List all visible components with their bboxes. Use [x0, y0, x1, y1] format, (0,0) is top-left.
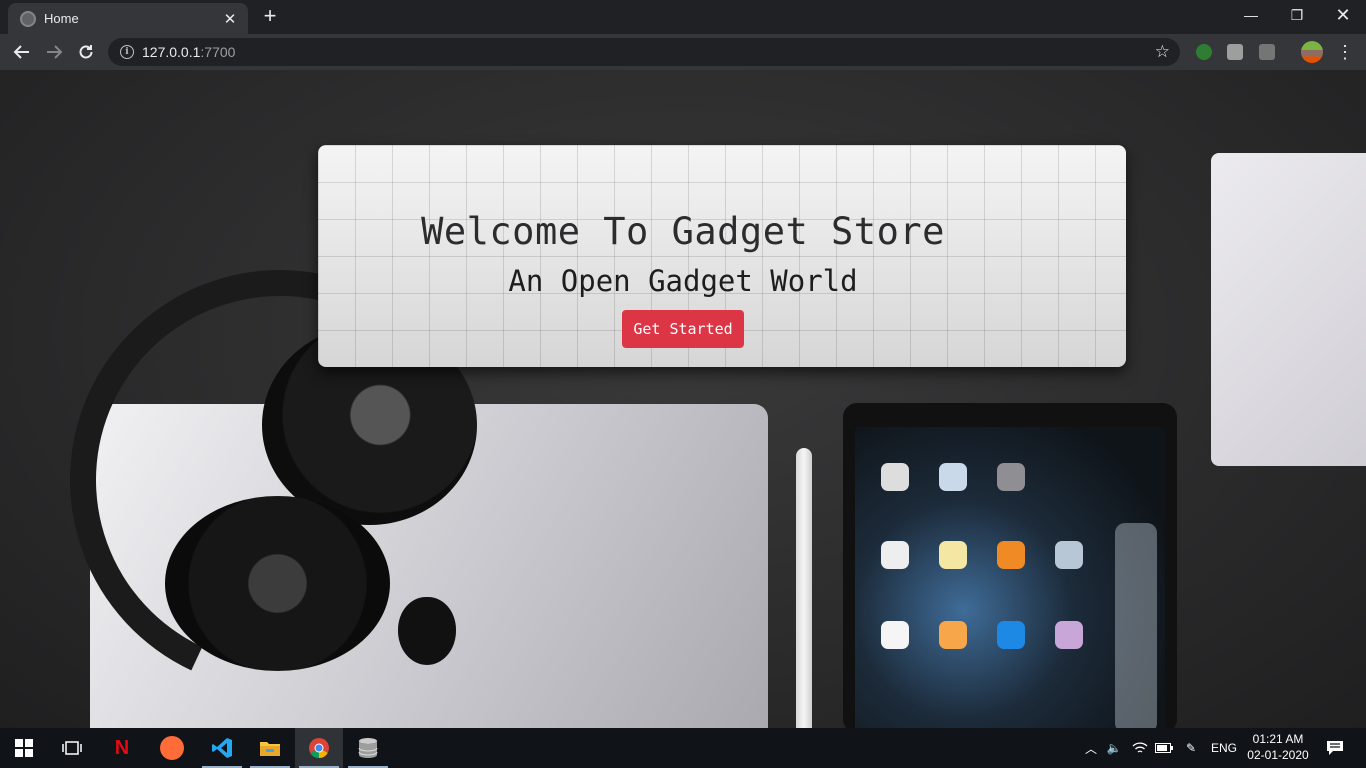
- page-viewport: Welcome To Gadget Store An Open Gadget W…: [0, 70, 1366, 728]
- task-view-icon: [62, 741, 82, 755]
- address-bar[interactable]: i 127.0.0.1:7700 ☆: [108, 38, 1180, 66]
- profile-avatar[interactable]: [1301, 41, 1323, 63]
- get-started-button[interactable]: Get Started: [622, 310, 744, 348]
- close-tab-icon[interactable]: ✕: [222, 10, 238, 28]
- extension-icon[interactable]: [1227, 44, 1243, 60]
- database-app[interactable]: [344, 728, 392, 768]
- browser-toolbar: i 127.0.0.1:7700 ☆ ⋮: [0, 34, 1366, 70]
- network-icon[interactable]: [1130, 728, 1150, 768]
- hero-section: Welcome To Gadget Store An Open Gadget W…: [0, 70, 1366, 728]
- vscode-icon: [212, 738, 232, 758]
- restore-button[interactable]: ❐: [1274, 0, 1320, 30]
- start-button[interactable]: [0, 728, 48, 768]
- reload-icon: [79, 45, 93, 59]
- tab-title: Home: [44, 11, 79, 26]
- tab-home[interactable]: Home ✕: [8, 3, 248, 34]
- clock-date: 02-01-2020: [1247, 748, 1309, 762]
- chrome-menu-icon[interactable]: ⋮: [1336, 41, 1354, 63]
- site-info-icon[interactable]: i: [120, 45, 134, 59]
- nodejs-extension-icon[interactable]: [1196, 44, 1212, 60]
- action-center-button[interactable]: [1320, 728, 1350, 768]
- notification-icon: [1327, 741, 1343, 755]
- forward-button[interactable]: [40, 38, 68, 66]
- file-explorer-icon: [260, 742, 280, 756]
- new-tab-button[interactable]: +: [258, 5, 282, 29]
- globe-icon: [20, 10, 36, 27]
- postman-icon: [160, 736, 184, 760]
- battery-icon[interactable]: [1154, 728, 1174, 768]
- netflix-app[interactable]: N: [98, 728, 146, 768]
- chevron-up-icon: ︿: [1084, 741, 1097, 756]
- chrome-app[interactable]: [295, 728, 343, 768]
- hero-subtitle: An Open Gadget World: [508, 264, 858, 298]
- postman-app[interactable]: [148, 728, 196, 768]
- netflix-icon: N: [114, 736, 130, 759]
- chrome-icon: [309, 738, 329, 759]
- hero-title: Welcome To Gadget Store: [421, 210, 945, 253]
- battery-glyph-icon: [1155, 743, 1173, 753]
- vscode-app[interactable]: [198, 728, 246, 768]
- windows-start-icon: [15, 739, 33, 757]
- url-port: :7700: [200, 44, 236, 60]
- wifi-icon: [1132, 742, 1148, 753]
- url-host: 127.0.0.1: [142, 44, 201, 60]
- windows-taskbar: N ︿ 🔈 ✎ ENG 01:21 AM 02-01-2020: [0, 728, 1366, 768]
- bookmark-star-icon[interactable]: ☆: [1155, 42, 1170, 62]
- back-button[interactable]: [8, 38, 36, 66]
- forward-arrow-icon: [47, 45, 63, 59]
- file-explorer-app[interactable]: [246, 728, 294, 768]
- language-indicator[interactable]: ENG: [1208, 728, 1240, 768]
- minimize-button[interactable]: —: [1228, 0, 1274, 30]
- back-arrow-icon: [13, 45, 29, 59]
- clock-time: 01:21 AM: [1252, 732, 1304, 746]
- show-hidden-icons-button[interactable]: ︿: [1082, 728, 1100, 768]
- task-view-button[interactable]: [48, 728, 96, 768]
- pen-workspace-icon[interactable]: ✎: [1180, 728, 1202, 768]
- extension-k-icon[interactable]: [1259, 44, 1275, 60]
- volume-icon[interactable]: 🔈: [1104, 728, 1124, 768]
- browser-tab-strip: Home ✕ + — ❐ ✕: [0, 0, 1366, 34]
- close-window-button[interactable]: ✕: [1320, 0, 1366, 30]
- reload-button[interactable]: [72, 38, 100, 66]
- taskbar-clock[interactable]: 01:21 AM 02-01-2020: [1240, 731, 1316, 763]
- database-icon: [358, 738, 378, 758]
